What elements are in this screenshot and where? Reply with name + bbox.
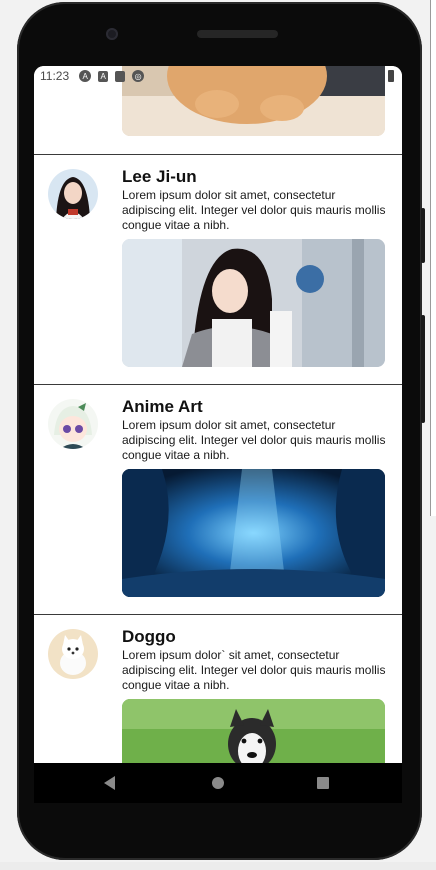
anime-character-avatar[interactable] (48, 399, 98, 449)
back-icon[interactable] (104, 776, 115, 790)
card-title: Anime Art (122, 397, 203, 416)
android-a-icon: A (79, 70, 92, 82)
blue-forest-photo[interactable] (122, 469, 385, 597)
navigation-bar (34, 763, 402, 803)
front-camera-icon (106, 28, 118, 40)
card-description: Lorem ipsum dolor` sit amet, consectetur… (122, 648, 386, 692)
card-title: Doggo (122, 627, 176, 646)
recents-icon[interactable] (317, 777, 329, 789)
a-square-icon: A (98, 70, 109, 82)
battery-icon (388, 70, 394, 82)
woman-portrait-avatar[interactable] (48, 169, 98, 219)
white-dog-avatar[interactable] (48, 629, 98, 679)
card-description: Lorem ipsum dolor sit amet, consectetur … (122, 418, 386, 462)
card-title: Lee Ji-un (122, 167, 197, 186)
cast-circle-icon: ◎ (132, 70, 145, 82)
background-panel (430, 0, 436, 516)
list-item-doggo[interactable]: Doggo Lorem ipsum dolor` sit amet, conse… (34, 615, 402, 763)
sd-card-icon (115, 70, 126, 82)
power-button[interactable] (421, 315, 425, 423)
background-strip (0, 862, 436, 870)
volume-button[interactable] (421, 208, 425, 263)
card-description: Lorem ipsum dolor sit amet, consectetur … (122, 188, 386, 232)
status-time: 11:23 (40, 69, 70, 83)
status-bar: 11:23 A A ◎ (34, 66, 402, 86)
list-item-anime-art[interactable]: Anime Art Lorem ipsum dolor sit amet, co… (34, 385, 402, 615)
earpiece-speaker (197, 30, 278, 38)
app-screen: 11:23 A A ◎ Lee Ji-un Lorem ipsum dolor … (34, 66, 402, 763)
list-item-lee-ji-un[interactable]: Lee Ji-un Lorem ipsum dolor sit amet, co… (34, 155, 402, 385)
woman-photo[interactable] (122, 239, 385, 367)
husky-on-grass-photo[interactable] (122, 699, 385, 763)
home-icon[interactable] (212, 777, 224, 789)
